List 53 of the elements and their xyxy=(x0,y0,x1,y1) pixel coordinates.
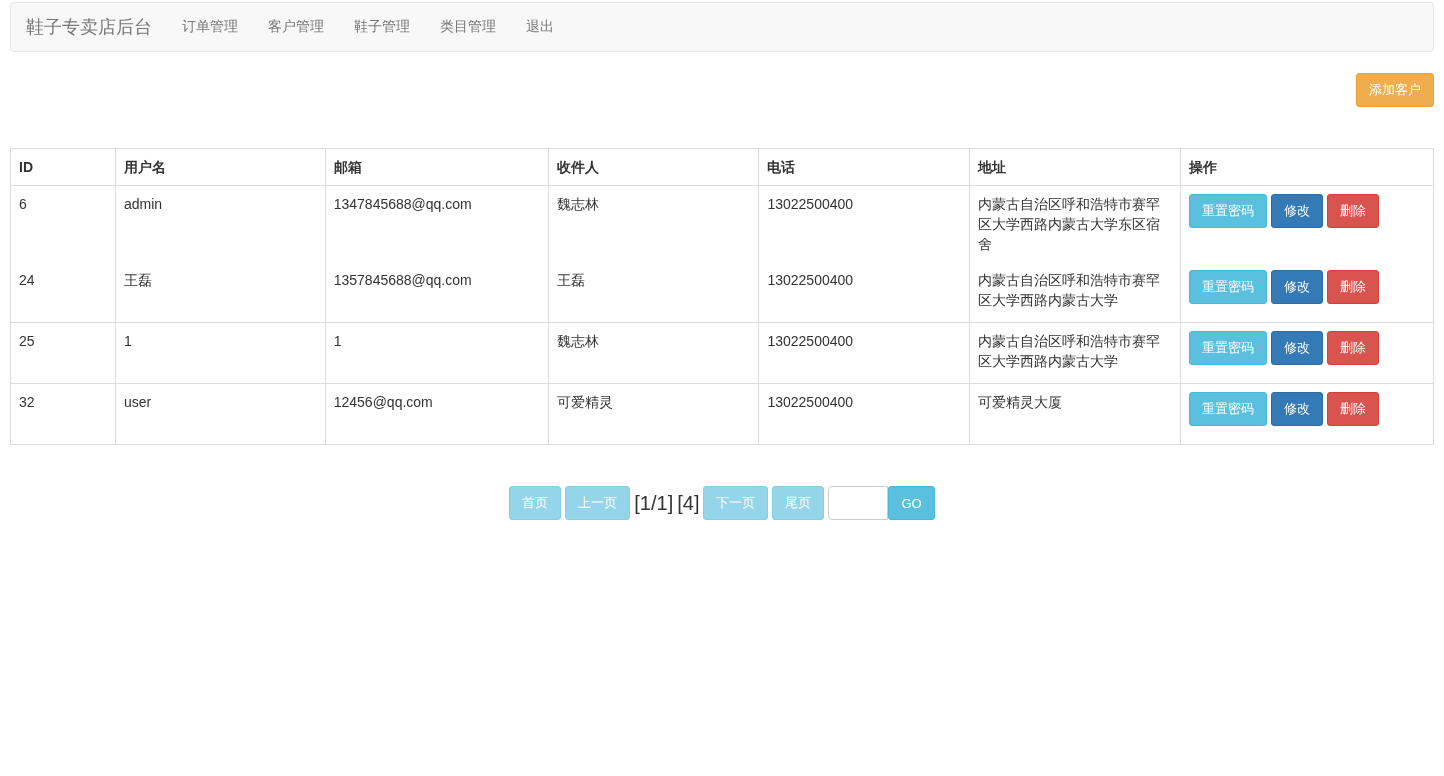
action-button[interactable]: 重置密码 xyxy=(1189,392,1268,426)
table-cell: 13022500400 xyxy=(758,383,970,445)
nav-link[interactable]: 鞋子管理 xyxy=(339,18,425,36)
column-header: 地址 xyxy=(969,148,1181,186)
column-header: 收件人 xyxy=(548,148,759,186)
total-count: [4] xyxy=(677,491,700,515)
action-button[interactable]: 修改 xyxy=(1271,392,1324,426)
table-cell: user xyxy=(115,383,326,445)
action-button[interactable]: 修改 xyxy=(1271,270,1324,304)
column-header: 用户名 xyxy=(115,148,326,186)
table-cell: 13022500400 xyxy=(758,322,970,384)
column-header: 操作 xyxy=(1180,148,1434,186)
table-cell: 内蒙古自治区呼和浩特市赛罕区大学西路内蒙古大学东区宿舍 xyxy=(969,185,1181,262)
table-cell: 可爱精灵 xyxy=(548,383,759,445)
go-button[interactable]: GO xyxy=(888,486,935,520)
action-button[interactable]: 删除 xyxy=(1327,331,1380,365)
table-cell: 12456@qq.com xyxy=(325,383,549,445)
table-cell: 内蒙古自治区呼和浩特市赛罕区大学西路内蒙古大学 xyxy=(969,262,1181,323)
column-header: 邮箱 xyxy=(325,148,549,186)
action-button[interactable]: 修改 xyxy=(1271,331,1324,365)
page-input[interactable] xyxy=(828,486,889,520)
action-button[interactable]: 删除 xyxy=(1327,270,1380,304)
column-header: ID xyxy=(10,148,116,186)
table-cell: 13022500400 xyxy=(758,262,970,323)
action-button[interactable]: 重置密码 xyxy=(1189,331,1268,365)
action-button[interactable]: 修改 xyxy=(1271,194,1324,228)
brand-title: 鞋子专卖店后台 xyxy=(26,16,152,39)
column-header: 电话 xyxy=(758,148,970,186)
action-button[interactable]: 删除 xyxy=(1327,392,1380,426)
action-button[interactable]: 重置密码 xyxy=(1189,194,1268,228)
page-info: [1/1] xyxy=(634,491,674,515)
table-cell: 32 xyxy=(10,383,116,445)
table-cell: 魏志林 xyxy=(548,322,759,384)
table-cell: 1347845688@qq.com xyxy=(325,185,549,262)
table-cell: 25 xyxy=(10,322,116,384)
table-cell: 王磊 xyxy=(115,262,326,323)
table-cell: 13022500400 xyxy=(758,185,970,262)
table-cell: 1357845688@qq.com xyxy=(325,262,549,323)
table-cell: 王磊 xyxy=(548,262,759,323)
table-cell: 6 xyxy=(10,185,116,262)
table-cell: 1 xyxy=(115,322,326,384)
nav-link[interactable]: 订单管理 xyxy=(167,18,253,36)
action-button[interactable]: 删除 xyxy=(1327,194,1380,228)
nav-link[interactable]: 客户管理 xyxy=(253,18,339,36)
action-button[interactable]: 重置密码 xyxy=(1189,270,1268,304)
table-cell: 可爱精灵大厦 xyxy=(969,383,1181,445)
table-cell: 1 xyxy=(325,322,549,384)
table-cell: 24 xyxy=(10,262,116,323)
table-cell: admin xyxy=(115,185,326,262)
table-cell: 魏志林 xyxy=(548,185,759,262)
table-cell: 内蒙古自治区呼和浩特市赛罕区大学西路内蒙古大学 xyxy=(969,322,1181,384)
nav-link[interactable]: 退出 xyxy=(511,18,569,36)
nav-link[interactable]: 类目管理 xyxy=(425,18,511,36)
